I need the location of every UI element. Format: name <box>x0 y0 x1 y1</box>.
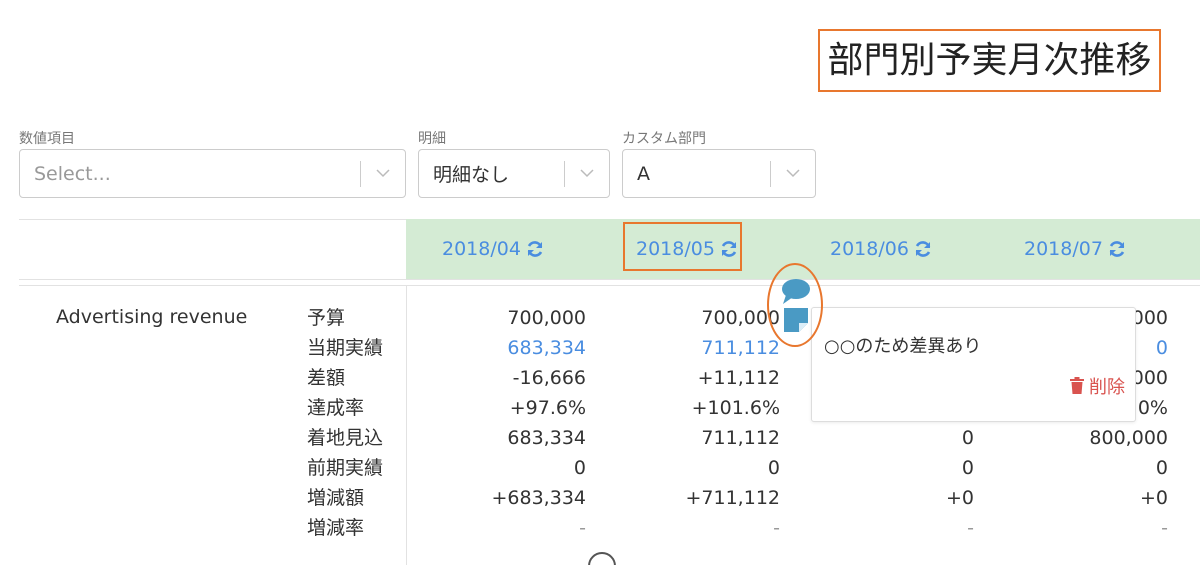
row-label: 着地見込 <box>307 427 384 449</box>
comment-icon[interactable] <box>781 278 811 306</box>
page-title: 部門別予実月次推移 <box>818 29 1161 92</box>
table-cell: +97.6% <box>509 397 586 419</box>
actual-value-link[interactable]: 683,334 <box>507 333 586 363</box>
comment-text: ○○のため差異あり <box>824 336 982 357</box>
table-cell: 0% <box>1137 397 1168 419</box>
chevron-down-icon[interactable] <box>771 150 815 197</box>
refresh-icon[interactable] <box>913 239 933 259</box>
month-header-2018-06[interactable]: 2018/06 <box>830 232 933 266</box>
delete-comment-button[interactable]: 削除 <box>1069 373 1125 399</box>
value-item-select-value: Select... <box>34 162 111 185</box>
row-label: 増減率 <box>307 517 365 539</box>
month-header-label: 2018/04 <box>442 238 521 260</box>
refresh-icon[interactable] <box>525 239 545 259</box>
row-label: 達成率 <box>307 397 365 419</box>
table-cell: +683,334 <box>491 487 587 509</box>
table-cell: +101.6% <box>691 397 780 419</box>
month-header-label: 2018/06 <box>830 238 909 260</box>
table-cell: - <box>967 517 974 539</box>
detail-select[interactable]: 明細なし <box>418 149 610 198</box>
filter-label-detail: 明細 <box>418 131 446 147</box>
table-cell: - <box>1161 517 1168 539</box>
row-label: 当期実績 <box>307 337 384 359</box>
table-cell: +0 <box>1139 487 1168 509</box>
custom-department-select[interactable]: A <box>622 149 816 198</box>
table-header-border <box>19 279 1200 280</box>
table-cell: 0 <box>1155 457 1168 479</box>
delete-comment-label: 削除 <box>1089 377 1125 398</box>
row-label: 予算 <box>307 307 346 329</box>
item-name: Advertising revenue <box>56 306 248 328</box>
table-cell: 711,112 <box>701 427 780 449</box>
custom-department-select-value: A <box>637 162 650 185</box>
actual-value-link[interactable]: 0 <box>1156 333 1168 363</box>
trash-icon <box>1070 377 1084 394</box>
table-cell: 0 <box>767 457 780 479</box>
scroll-handle[interactable] <box>588 552 616 565</box>
table-cell: +711,112 <box>685 487 781 509</box>
table-cell: - <box>773 517 780 539</box>
month-header-label: 2018/07 <box>1024 238 1103 260</box>
row-label: 前期実績 <box>307 457 384 479</box>
filter-label-value-item: 数値項目 <box>19 131 75 147</box>
table-cell: +0 <box>945 487 974 509</box>
table-cell: 000 <box>1131 307 1168 329</box>
chevron-down-icon[interactable] <box>565 150 609 197</box>
chevron-down-icon[interactable] <box>361 150 405 197</box>
refresh-icon[interactable] <box>1107 239 1127 259</box>
table-cell: 0 <box>573 457 586 479</box>
table-cell: - <box>579 517 586 539</box>
table-cell: -16,666 <box>512 367 586 389</box>
table-cell: 700,000 <box>507 307 586 329</box>
month-header-2018-04[interactable]: 2018/04 <box>442 232 545 266</box>
highlight-annotation-box <box>623 222 742 271</box>
table-cell: 0 <box>961 457 974 479</box>
note-icon[interactable] <box>784 308 808 332</box>
table-cell: 0 <box>961 427 974 449</box>
table-cell: 683,334 <box>507 427 586 449</box>
actual-value-link[interactable]: 711,112 <box>701 333 780 363</box>
row-label: 差額 <box>307 367 346 389</box>
row-label: 増減額 <box>307 487 365 509</box>
table-cell: 000 <box>1131 367 1168 389</box>
filter-label-custom-department: カスタム部門 <box>622 131 706 147</box>
month-header-2018-07[interactable]: 2018/07 <box>1024 232 1127 266</box>
table-cell: 800,000 <box>1089 427 1168 449</box>
detail-select-value: 明細なし <box>433 164 510 186</box>
comment-popover: ○○のため差異あり 削除 <box>811 307 1136 422</box>
table-cell: +11,112 <box>697 367 780 389</box>
table-body-border <box>19 285 1200 286</box>
column-divider <box>406 286 407 565</box>
value-item-select[interactable]: Select... <box>19 149 406 198</box>
